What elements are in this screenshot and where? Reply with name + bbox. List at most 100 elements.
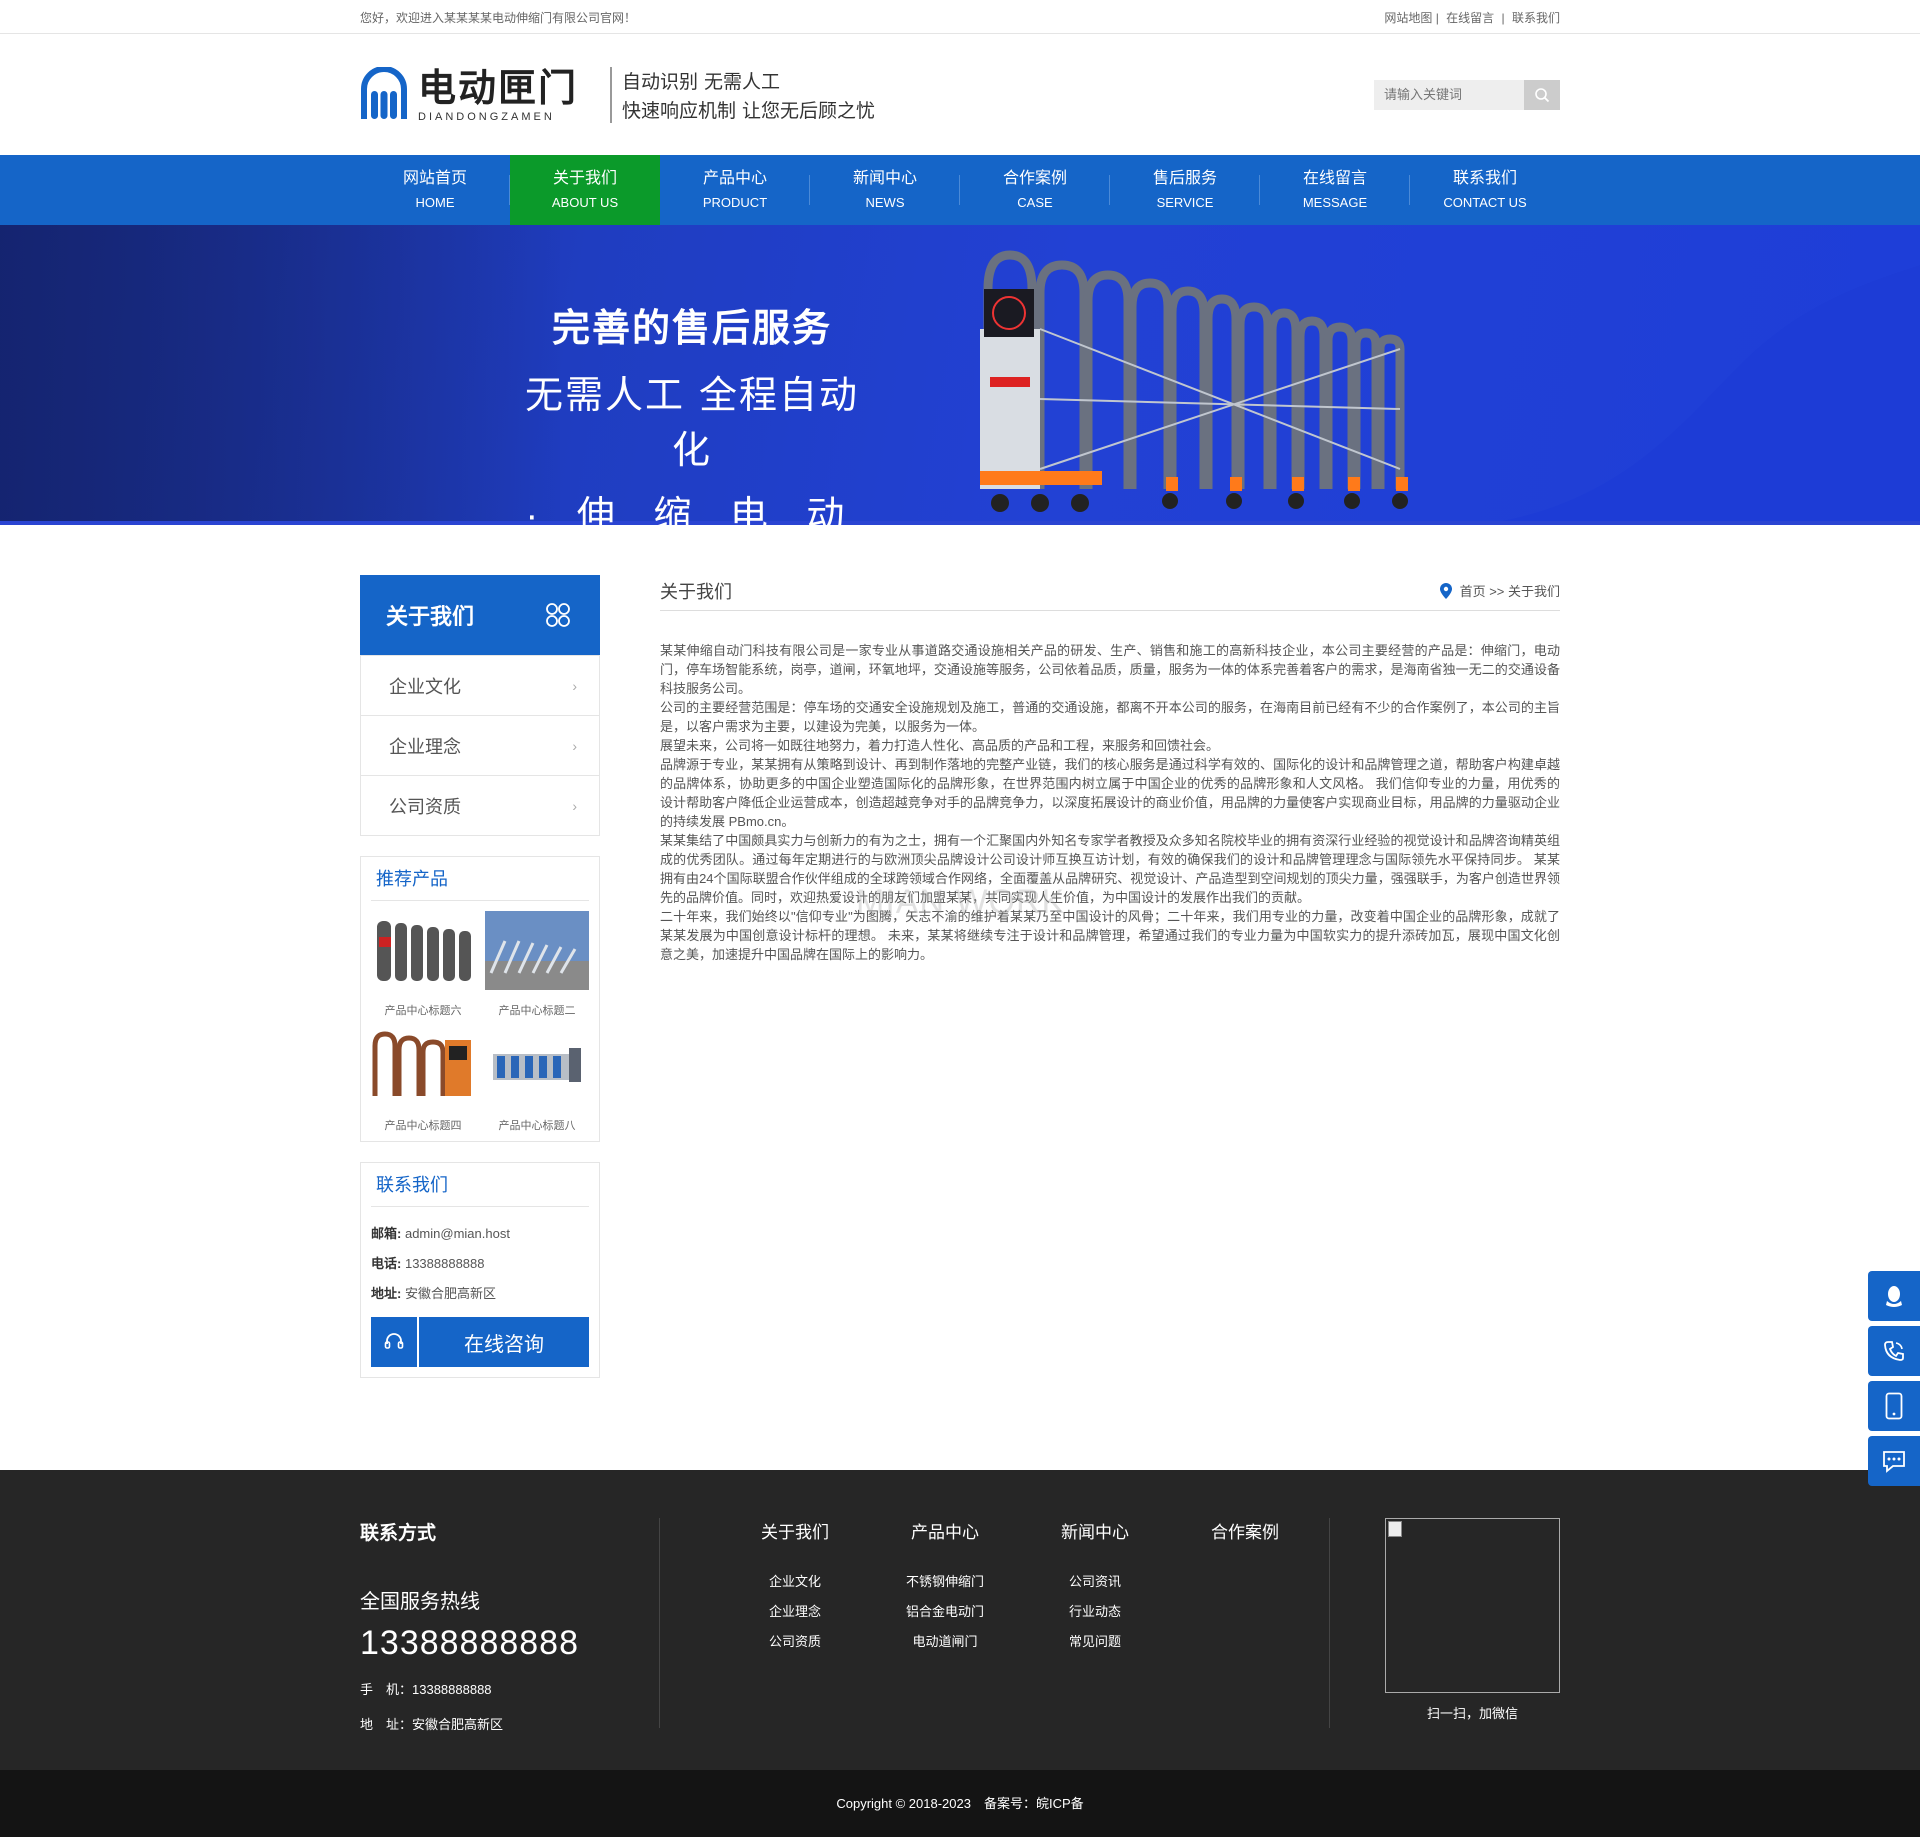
banner-subtitle: 无需人工 全程自动化 [524,373,860,472]
logo-icon [361,66,407,119]
footer-contact: 联系方式 全国服务热线 13388888888 手 机：13388888888 … [360,1518,660,1732]
article-header: 关于我们 首页 >> 关于我们 [660,575,1560,611]
footer-col-title[interactable]: 新闻中心 [1020,1518,1170,1543]
footer-link[interactable]: 铝合金电动门 [870,1597,1020,1627]
broken-image-icon [1388,1521,1402,1537]
qr-code-image [1385,1518,1560,1693]
footer-link[interactable]: 企业文化 [720,1567,870,1597]
footer-link[interactable]: 电动道闸门 [870,1627,1020,1657]
article-area: 关于我们 首页 >> 关于我们 某某伸缩自动门科技有限公司是一家专业从事道路交通… [660,575,1560,1378]
article-paragraph: 某某集结了中国颇具实力与创新力的有为之士，拥有一个汇聚国内外知名专家学者教授及众… [660,833,1560,905]
contact-email: 邮箱: admin@mian.host [371,1219,589,1249]
footer-link[interactable]: 企业理念 [720,1597,870,1627]
sidebar-item-philosophy[interactable]: 企业理念 › [361,715,599,775]
sidebar-item-qualification[interactable]: 公司资质 › [361,775,599,835]
product-image [371,911,475,990]
logo-subtitle: DIANDONGZAMEN [418,110,555,123]
nav-sublabel: ABOUT US [551,195,619,210]
nav-label: 产品中心 [702,170,767,187]
nav-message[interactable]: 在线留言 MESSAGE [1260,155,1410,225]
gate-image [980,250,1408,512]
qq-icon [1886,1286,1902,1307]
article-paragraph: 二十年来，我们始终以"信仰专业"为图腾，矢志不渝的维护着某某乃至中国设计的风骨；… [660,909,1560,962]
article-body: 某某伸缩自动门科技有限公司是一家专业从事道路交通设施相关产品的研发、生产、销售和… [660,641,1560,964]
nav-sublabel: PRODUCT [702,195,768,210]
banner-decoration [0,265,1920,525]
sitemap-link[interactable]: 网站地图 | [1384,11,1438,25]
email-value[interactable]: admin@mian.host [405,1226,510,1241]
contact-address-label: 地址: [371,1286,402,1301]
main-content: 关于我们 企业文化 › 企业理念 › 公司资质 › 推荐产品 产品中心标题六 产… [0,525,1920,1470]
product-card[interactable]: 产品中心标题六 [371,911,475,1018]
top-bar: 您好，欢迎进入某某某某电动伸缩门有限公司官网！ 网站地图 | 在线留言 | 联系… [0,0,1920,34]
footer-col-title[interactable]: 关于我们 [720,1518,870,1543]
contact-phone: 电话: 13388888888 [371,1249,589,1279]
nav-about[interactable]: 关于我们 ABOUT US [510,155,660,225]
message-link[interactable]: 在线留言 [1446,11,1494,25]
qq-button[interactable] [1868,1271,1920,1321]
nav-home[interactable]: 网站首页 HOME [360,155,510,225]
nav-label: 在线留言 [1302,170,1367,187]
article-paragraph: 公司的主要经营范围是：停车场的交通安全设施规划及施工，普通的交通设施，都离不开本… [660,700,1560,734]
mobile-button[interactable] [1868,1381,1920,1431]
footer-link[interactable]: 常见问题 [1020,1627,1170,1657]
phone-value: 13388888888 [404,1256,485,1271]
search-input[interactable] [1374,79,1524,110]
top-link-separator: | [1501,10,1505,25]
footer-link[interactable]: 不锈钢伸缩门 [870,1567,1020,1597]
banner-tagline: · 伸 缩 电 动 门 · [525,495,859,525]
article-paragraph: 品牌源于专业，某某拥有从策略到设计、再到制作落地的完整产业链，我们的核心服务是通… [660,757,1560,829]
footer-col-title[interactable]: 产品中心 [870,1518,1020,1543]
footer-link[interactable]: 公司资讯 [1020,1567,1170,1597]
contact-link[interactable]: 联系我们 [1512,11,1560,25]
footer-link[interactable]: 行业动态 [1020,1597,1170,1627]
nav-contact[interactable]: 联系我们 CONTACT US [1410,155,1560,225]
slogan-line-2: 快速响应机制 让您无后顾之忧 [622,99,876,122]
nav-case[interactable]: 合作案例 CASE [960,155,1110,225]
nav-product[interactable]: 产品中心 PRODUCT [660,155,810,225]
sidebar-item-label: 企业理念 [389,736,461,757]
sidebar-menu: 企业文化 › 企业理念 › 公司资质 › [360,655,600,836]
banner-title: 完善的售后服务 [551,308,832,350]
product-image [485,1026,589,1105]
product-card[interactable]: 产品中心标题八 [485,1026,589,1133]
phone-icon [1884,1341,1904,1361]
product-caption: 产品中心标题六 [384,1005,462,1017]
logo[interactable]: 电动匣门 DIANDONGZAMEN [360,66,600,123]
footer: 联系方式 全国服务热线 13388888888 手 机：13388888888 … [0,1470,1920,1770]
chevron-right-icon: › [572,797,577,814]
sidebar-item-culture[interactable]: 企业文化 › [361,655,599,715]
nav-service[interactable]: 售后服务 SERVICE [1110,155,1260,225]
breadcrumb-text[interactable]: 首页 >> 关于我们 [1460,581,1560,600]
nav-sublabel: CONTACT US [1443,195,1527,210]
footer-col-news: 新闻中心 公司资讯 行业动态 常见问题 [1020,1518,1170,1728]
phone-button[interactable] [1868,1326,1920,1376]
chevron-right-icon: › [572,737,577,754]
footer-link[interactable]: 公司资质 [720,1627,870,1657]
product-caption: 产品中心标题八 [498,1120,576,1132]
nav-label: 合作案例 [1002,170,1067,187]
online-consult-button[interactable]: 在线咨询 [371,1317,589,1367]
product-caption: 产品中心标题四 [384,1120,462,1132]
nav-sublabel: CASE [1017,195,1053,210]
footer-col-title[interactable]: 合作案例 [1170,1518,1320,1543]
nav-sublabel: SERVICE [1156,195,1214,210]
floating-toolbar [1868,1271,1920,1491]
nav-news[interactable]: 新闻中心 NEWS [810,155,960,225]
nav-sublabel: MESSAGE [1302,195,1368,210]
search-button[interactable] [1524,79,1560,110]
footer-contact-title: 联系方式 [360,1523,437,1544]
contact-email-label: 邮箱: [371,1226,402,1241]
nav-label: 网站首页 [402,170,467,187]
sidebar-item-label: 企业文化 [389,676,461,697]
nav-label: 售后服务 [1152,170,1217,187]
product-card[interactable]: 产品中心标题二 [485,911,589,1018]
nav-sublabel: HOME [415,195,455,210]
footer-qr: 扫一扫，加微信 [1385,1518,1560,1770]
slogan-line-1: 自动识别 无需人工 [622,70,781,93]
chat-button[interactable] [1868,1436,1920,1486]
product-card[interactable]: 产品中心标题四 [371,1026,475,1133]
location-pin-icon [1439,582,1452,599]
contact-phone-label: 电话: [371,1256,402,1271]
product-caption: 产品中心标题二 [498,1005,576,1017]
